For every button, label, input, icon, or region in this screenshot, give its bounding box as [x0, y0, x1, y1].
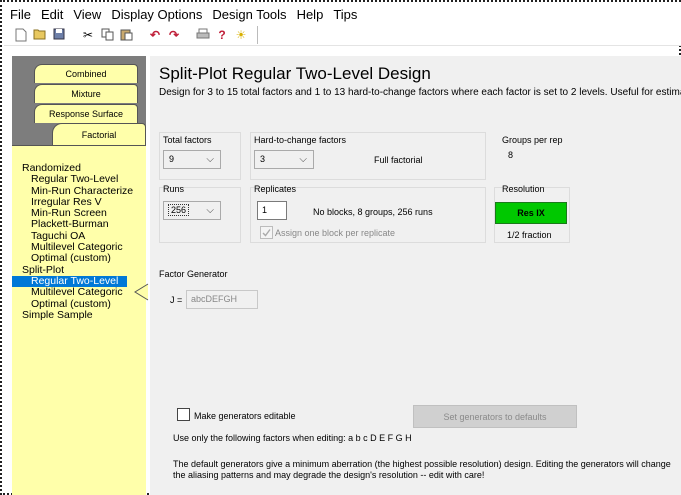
toolbar: ✂ ↶ ↷ ? ☀ — [4, 24, 681, 46]
chevron-down-icon: ⌵ — [299, 154, 307, 165]
page-title: Split-Plot Regular Two-Level Design — [159, 64, 431, 83]
copy-icon[interactable] — [100, 28, 114, 42]
redo-icon[interactable]: ↷ — [167, 28, 181, 42]
assign-block-checkbox[interactable] — [260, 226, 273, 239]
total-factors-label: Total factors — [163, 135, 212, 145]
tab-response-surface[interactable]: Response Surface — [34, 104, 138, 123]
toolbar-divider — [257, 25, 258, 44]
replicates-input[interactable]: 1 — [257, 201, 287, 220]
menu-bar: File Edit View Display Options Design To… — [4, 4, 681, 24]
chevron-down-icon: ⌵ — [206, 154, 214, 165]
resolution-label: Resolution — [502, 184, 545, 194]
main-panel: Split-Plot Regular Two-Level Design Desi… — [150, 56, 681, 495]
undo-icon[interactable]: ↶ — [148, 28, 162, 42]
runs-select[interactable]: 256 ⌵ — [163, 201, 221, 220]
menu-design-tools[interactable]: Design Tools — [212, 7, 286, 22]
groups-per-rep-value: 8 — [508, 150, 514, 160]
htc-factors-label: Hard-to-change factors — [254, 135, 347, 145]
fraction-label: 1/2 fraction — [507, 230, 552, 240]
selection-pointer-icon — [134, 283, 149, 301]
cut-icon[interactable]: ✂ — [81, 28, 95, 42]
help-icon[interactable]: ? — [215, 28, 229, 42]
replicates-label: Replicates — [254, 184, 297, 194]
design-tree: Randomized Regular Two-Level Min-Run Cha… — [12, 145, 146, 495]
make-editable-label: Make generators editable — [194, 411, 296, 421]
page-subtitle: Design for 3 to 15 total factors and 1 t… — [159, 87, 681, 98]
save-icon[interactable] — [52, 28, 66, 42]
generator-input[interactable]: abcDEFGH — [186, 290, 258, 309]
tree-item-simple-sample[interactable]: Simple Sample — [12, 309, 146, 321]
tree-item-regular-two-level[interactable]: Regular Two-Level — [12, 173, 146, 185]
menu-file[interactable]: File — [10, 7, 31, 22]
tab-factorial[interactable]: Factorial — [52, 123, 146, 145]
make-editable-checkbox[interactable] — [177, 408, 190, 421]
menu-display-options[interactable]: Display Options — [111, 7, 202, 22]
htc-factors-select[interactable]: 3 ⌵ — [254, 150, 314, 169]
resolution-badge: Res IX — [495, 202, 567, 224]
groups-per-rep-label: Groups per rep — [502, 135, 563, 145]
htc-design-note: Full factorial — [374, 155, 423, 165]
factor-generator-heading: Factor Generator — [159, 269, 228, 279]
generator-name-label: J = — [170, 295, 183, 305]
tab-combined[interactable]: Combined — [34, 64, 138, 83]
replicates-summary: No blocks, 8 groups, 256 runs — [313, 207, 433, 217]
chevron-down-icon: ⌵ — [206, 205, 214, 216]
assign-block-label: Assign one block per replicate — [275, 228, 396, 238]
design-type-sidebar: Combined Mixture Response Surface Factor… — [12, 56, 146, 495]
window-frame: File Edit View Display Options Design To… — [0, 0, 681, 495]
tree-item-split-plot-multilevel-categoric[interactable]: Multilevel Categoric — [12, 286, 146, 298]
menu-edit[interactable]: Edit — [41, 7, 63, 22]
menu-tips[interactable]: Tips — [333, 7, 357, 22]
open-folder-icon[interactable] — [33, 28, 47, 42]
menu-view[interactable]: View — [73, 7, 101, 22]
paste-icon[interactable] — [119, 28, 133, 42]
total-factors-select[interactable]: 9 ⌵ — [163, 150, 221, 169]
menu-help[interactable]: Help — [297, 7, 324, 22]
new-file-icon[interactable] — [14, 28, 28, 42]
tip-bulb-icon[interactable]: ☀ — [234, 28, 248, 42]
set-defaults-button[interactable]: Set generators to defaults — [413, 405, 577, 428]
tab-mixture[interactable]: Mixture — [34, 84, 138, 103]
tree-item-optimal-custom[interactable]: Optimal (custom) — [12, 253, 146, 265]
generator-warning: The default generators give a minimum ab… — [173, 459, 671, 480]
runs-label: Runs — [163, 184, 185, 194]
print-icon[interactable] — [196, 28, 210, 42]
checkmark-icon — [262, 229, 271, 237]
editing-hint: Use only the following factors when edit… — [173, 433, 412, 443]
